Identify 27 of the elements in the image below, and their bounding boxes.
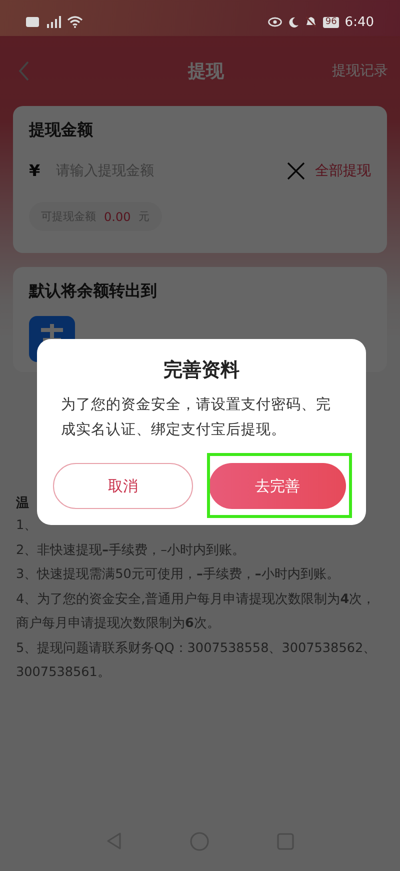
- page-title: 提现: [186, 60, 225, 83]
- bell-off-icon: [305, 16, 318, 28]
- tip-text: 2、非快速提现–手续费，–小时内到账。: [16, 542, 246, 560]
- dialog-title: 完善资料: [162, 358, 240, 383]
- clear-icon[interactable]: [287, 162, 305, 180]
- back-icon[interactable]: [18, 61, 30, 81]
- clock-time: 6:40: [344, 14, 374, 30]
- currency-symbol: ¥: [29, 161, 40, 180]
- moon-icon: [288, 16, 300, 28]
- section-title: 默认将余额转出到: [29, 281, 158, 302]
- tip-text: 1、: [16, 517, 38, 535]
- tip-text: 5、提现问题请联系财务QQ：3007538558、3007538562、3007538561。: [16, 640, 378, 682]
- eye-icon: [268, 17, 282, 27]
- section-title: 提现金额: [29, 120, 94, 141]
- balance-value: 0.00: [104, 210, 131, 224]
- hd-icon: [26, 17, 39, 27]
- dialog-message: 为了您的资金安全，请设置支付密码、完成实名认证、绑定支付宝后提现。: [60, 396, 332, 440]
- tip-text: 4、为了您的资金安全,普通用户每月申请提现次数限制为4次，商户每月申请提现次数限制为6次。: [16, 590, 376, 633]
- battery-level: 96: [323, 16, 339, 28]
- signal-icon: [45, 16, 61, 28]
- cancel-button[interactable]: 取消: [53, 463, 193, 509]
- tips-title: 温: [16, 495, 30, 513]
- withdraw-all-link[interactable]: 全部提现: [315, 162, 371, 180]
- tip-text: 3、快速提现需满50元可使用，–手续费，–小时内到账。: [16, 566, 340, 584]
- history-link[interactable]: 提现记录: [332, 62, 388, 80]
- complete-button[interactable]: 去完善: [209, 463, 346, 509]
- wifi-icon: [67, 16, 83, 28]
